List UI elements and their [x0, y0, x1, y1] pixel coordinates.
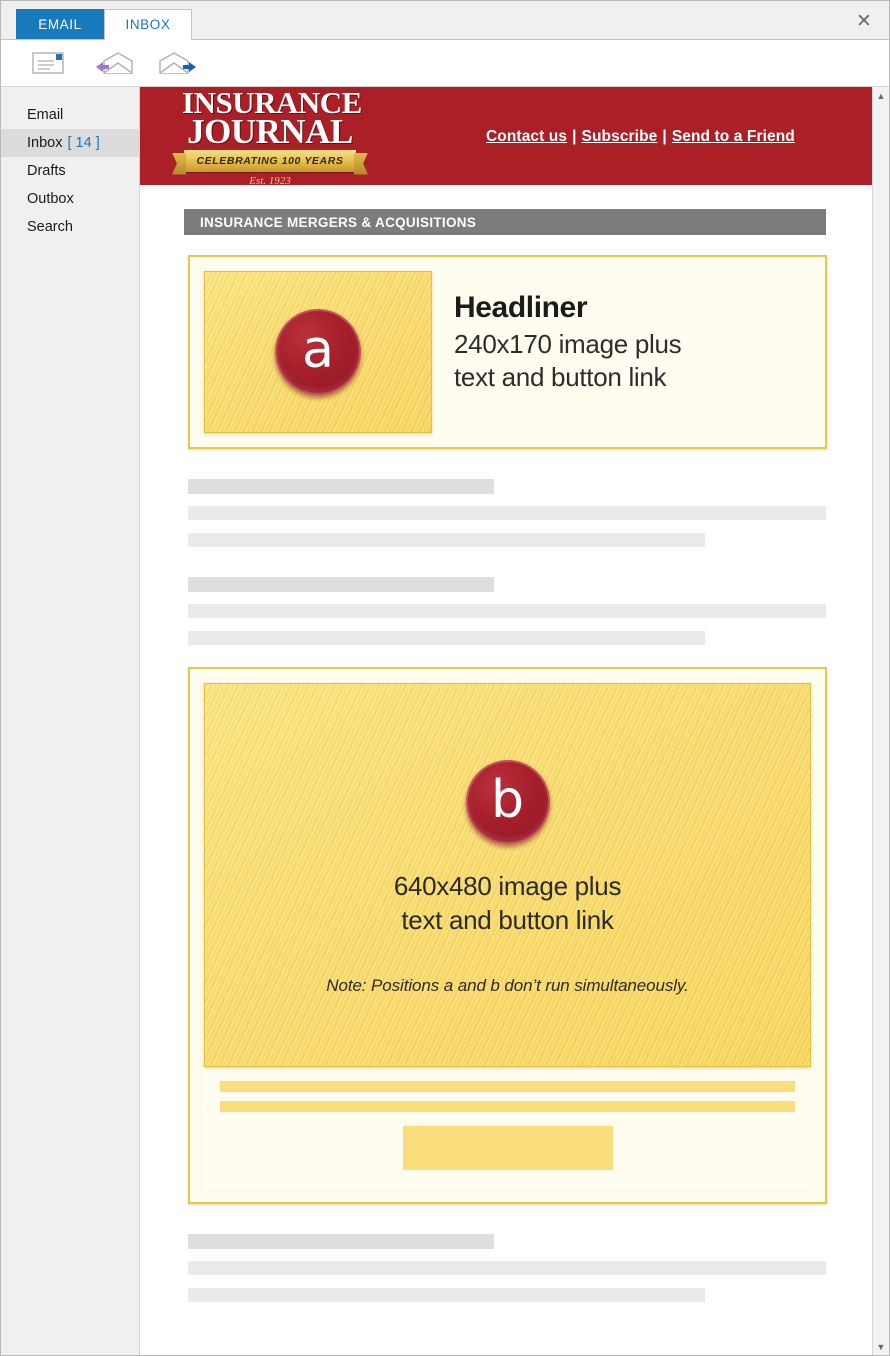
tab-bar: EMAIL INBOX ✕	[1, 1, 889, 40]
logo-word-journal: JOURNAL	[187, 111, 353, 151]
new-message-icon[interactable]	[27, 46, 73, 80]
ad-a-inner: a Headliner 240x170 image plus text and …	[200, 267, 815, 437]
placeholder-line	[188, 506, 826, 520]
ad-b-text-line	[220, 1101, 795, 1112]
email-body: INSURANCE JOURNAL CELEBRATING 100 YEARS …	[140, 87, 872, 1355]
position-b-letter: b	[490, 769, 524, 830]
sidebar-item-inbox[interactable]: Inbox [ 14 ]	[1, 129, 139, 157]
sidebar-item-label: Search	[27, 219, 73, 235]
ad-slot-a[interactable]: a Headliner 240x170 image plus text and …	[188, 255, 827, 449]
ad-a-subtitle-line1: 240x170 image plus	[454, 329, 682, 359]
ad-a-image-placeholder: a	[204, 271, 432, 433]
link-send-to-a-friend[interactable]: Send to a Friend	[672, 128, 795, 145]
tab-email-label: EMAIL	[38, 17, 82, 32]
insurance-journal-logo: INSURANCE JOURNAL CELEBRATING 100 YEARS …	[182, 87, 362, 187]
close-icon[interactable]: ✕	[851, 8, 877, 34]
ad-b-caption-line1: 640x480 image plus	[393, 871, 622, 901]
ad-b-text-placeholder	[204, 1067, 811, 1170]
placeholder-line	[188, 1288, 705, 1302]
inbox-unread-count: [ 14 ]	[67, 135, 100, 151]
ad-a-subtitle-line2: text and button link	[454, 361, 667, 392]
section-banner-label: INSURANCE MERGERS & ACQUISITIONS	[200, 214, 477, 230]
placeholder-heading	[188, 479, 495, 494]
message-pane: INSURANCE JOURNAL CELEBRATING 100 YEARS …	[140, 87, 889, 1355]
link-subscribe[interactable]: Subscribe	[582, 128, 658, 145]
forward-icon[interactable]	[155, 46, 201, 80]
insurance-journal-masthead: INSURANCE JOURNAL CELEBRATING 100 YEARS …	[140, 87, 872, 187]
link-separator-1: |	[572, 128, 577, 145]
ad-a-copy: Headliner 240x170 image plus text and bu…	[432, 271, 811, 433]
ad-b-image-placeholder: b 640x480 image plus text and button lin…	[204, 683, 811, 1067]
sidebar-item-outbox[interactable]: Outbox	[1, 185, 139, 213]
placeholder-heading	[188, 1234, 495, 1249]
logo-established: Est. 1923	[249, 174, 291, 187]
sidebar-item-email[interactable]: Email	[1, 101, 139, 129]
masthead-links: Contact us | Subscribe | Send to a Friend	[486, 128, 795, 146]
link-separator-2: |	[662, 128, 667, 145]
placeholder-heading	[188, 577, 495, 592]
ad-b-note: Note: Positions a and b don’t run simult…	[326, 975, 689, 995]
placeholder-group-1	[140, 449, 872, 645]
ad-b-text-line	[220, 1081, 795, 1092]
placeholder-line	[188, 533, 705, 547]
sidebar-item-drafts[interactable]: Drafts	[1, 157, 139, 185]
position-a-badge: a	[275, 309, 361, 395]
ad-b-button-placeholder[interactable]	[402, 1126, 613, 1170]
link-contact-us[interactable]: Contact us	[486, 128, 567, 145]
section-banner: INSURANCE MERGERS & ACQUISITIONS	[184, 209, 826, 235]
reply-icon[interactable]	[91, 46, 137, 80]
scroll-up-arrow-icon[interactable]: ▲	[873, 87, 890, 104]
folder-sidebar: Email Inbox [ 14 ] Drafts Outbox Search	[1, 87, 140, 1355]
ad-a-title: Headliner	[454, 291, 588, 324]
tab-inbox[interactable]: INBOX	[104, 9, 192, 40]
ad-b-caption: 640x480 image plus text and button link	[393, 870, 622, 938]
ad-b-inner: b 640x480 image plus text and button lin…	[200, 679, 815, 1192]
scroll-down-arrow-icon[interactable]: ▼	[873, 1338, 890, 1355]
toolbar	[1, 40, 889, 87]
ad-b-caption-line2: text and button link	[401, 904, 614, 935]
vertical-scrollbar[interactable]: ▲ ▼	[872, 87, 889, 1355]
position-b-badge: b	[465, 760, 550, 844]
ad-a-layout: a Headliner 240x170 image plus text and …	[204, 271, 811, 433]
section-banner-wrapper: INSURANCE MERGERS & ACQUISITIONS	[140, 185, 872, 235]
sidebar-item-label: Inbox	[27, 135, 63, 151]
close-glyph: ✕	[856, 10, 872, 32]
tab-email[interactable]: EMAIL	[16, 9, 104, 39]
email-client-window: EMAIL INBOX ✕ Email Inbox [14] Drafts …	[0, 0, 890, 1356]
placeholder-line	[188, 631, 705, 645]
logo-anniversary-ribbon: CELEBRATING 100 YEARS	[184, 149, 356, 172]
main-body: Email Inbox [ 14 ] Drafts Outbox Search	[1, 87, 889, 1355]
position-a-letter: a	[302, 319, 334, 380]
ad-slot-b[interactable]: b 640x480 image plus text and button lin…	[188, 667, 827, 1204]
ad-a-subtitle: 240x170 image plus text and button link	[454, 328, 811, 393]
placeholder-line	[188, 1261, 826, 1275]
placeholder-line	[188, 604, 826, 618]
sidebar-item-label: Email	[27, 107, 64, 123]
placeholder-group-2	[140, 1204, 872, 1302]
sidebar-item-label: Outbox	[27, 191, 74, 207]
placeholder-spacer	[188, 560, 826, 577]
sidebar-item-search[interactable]: Search	[1, 213, 139, 241]
tab-inbox-label: INBOX	[125, 17, 171, 32]
sidebar-item-label: Drafts	[27, 163, 66, 179]
